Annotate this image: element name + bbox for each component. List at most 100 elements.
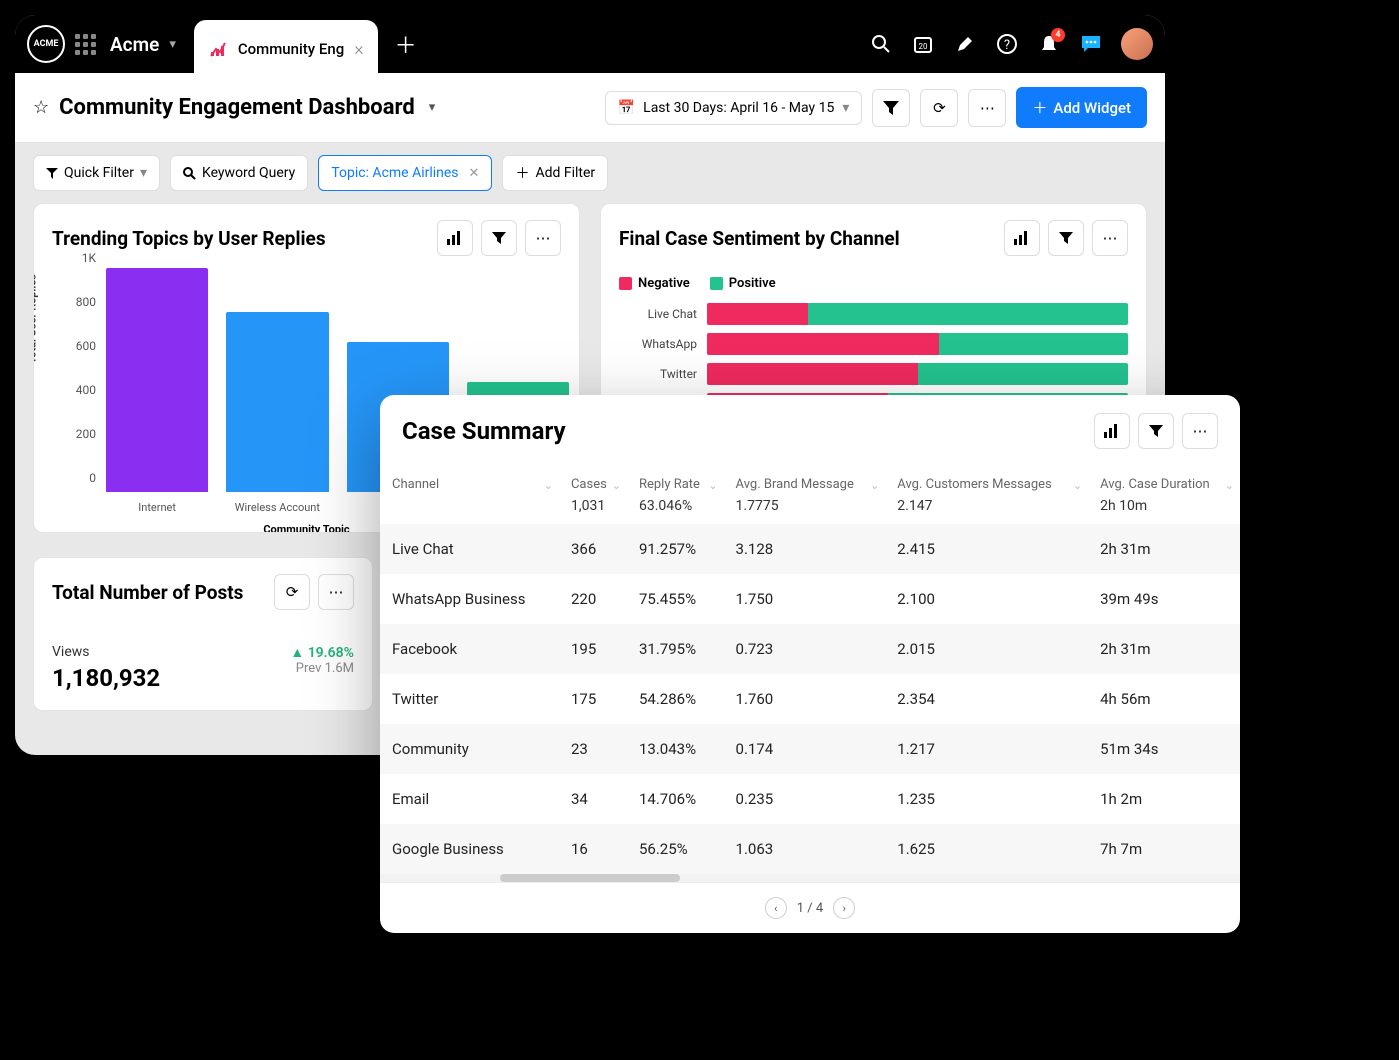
cell: 1.235 — [885, 774, 1088, 824]
column-header[interactable]: Avg. Brand Message⌄1.7775 — [724, 467, 886, 524]
cell: 2.015 — [885, 624, 1088, 674]
more-button[interactable]: ⋯ — [1182, 413, 1218, 449]
more-button[interactable]: ⋯ — [968, 89, 1006, 127]
x-tick: Wireless Account — [226, 501, 328, 514]
table-row[interactable]: Live Chat36691.257%3.1282.4152h 31m — [380, 524, 1240, 574]
chevron-down-icon: ▾ — [842, 100, 849, 116]
table-row[interactable]: Email3414.706%0.2351.2351h 2m — [380, 774, 1240, 824]
bar[interactable] — [106, 268, 208, 492]
next-page-button[interactable]: › — [833, 897, 855, 919]
chart-icon — [208, 39, 228, 59]
cell: 175 — [559, 674, 627, 724]
svg-text:?: ? — [1004, 38, 1010, 53]
pager: ‹ 1 / 4 › — [380, 882, 1240, 933]
column-header[interactable]: Reply Rate⌄63.046% — [627, 467, 724, 524]
column-header[interactable]: Avg. Case Duration⌄2h 10m — [1088, 467, 1240, 524]
hbar-segment — [707, 333, 939, 355]
org-chevron-icon[interactable]: ▾ — [169, 37, 176, 52]
new-tab-button[interactable]: ＋ — [386, 24, 426, 64]
x-axis-title: Community Topic — [263, 523, 349, 533]
date-range-picker[interactable]: 📅 Last 30 Days: April 16 - May 15 ▾ — [605, 91, 863, 125]
table-row[interactable]: Google Business1656.25%1.0631.6257h 7m — [380, 824, 1240, 874]
legend-swatch-positive — [710, 277, 723, 290]
hbar-track[interactable] — [707, 363, 1128, 385]
filter-button[interactable] — [481, 220, 517, 256]
y-tick: 800 — [76, 295, 96, 309]
prev-page-button[interactable]: ‹ — [765, 897, 787, 919]
tab-community-engagement[interactable]: Community Eng × — [194, 20, 378, 78]
calendar-icon[interactable]: 20 — [911, 32, 935, 56]
add-widget-button[interactable]: ＋Add Widget — [1016, 87, 1147, 128]
y-tick: 1K — [82, 251, 96, 265]
filter-button[interactable] — [1138, 413, 1174, 449]
cell: 2.415 — [885, 524, 1088, 574]
star-icon[interactable]: ☆ — [33, 97, 49, 118]
table-row[interactable]: Facebook19531.795%0.7232.0152h 31m — [380, 624, 1240, 674]
cell: Twitter — [380, 674, 559, 724]
more-button[interactable]: ⋯ — [318, 574, 354, 610]
more-button[interactable]: ⋯ — [525, 220, 561, 256]
org-name[interactable]: Acme — [110, 33, 159, 56]
remove-filter-icon[interactable]: ✕ — [469, 166, 480, 181]
cell: Community — [380, 724, 559, 774]
bell-icon[interactable]: 4 — [1037, 32, 1061, 56]
chart-type-button[interactable] — [1004, 220, 1040, 256]
search-icon[interactable] — [869, 32, 893, 56]
column-header[interactable]: Avg. Customers Messages⌄2.147 — [885, 467, 1088, 524]
hbar-segment — [707, 303, 808, 325]
legend-swatch-negative — [619, 277, 632, 290]
quick-filter-chip[interactable]: Quick Filter▾ — [33, 155, 160, 191]
cell: 1.625 — [885, 824, 1088, 874]
card-title: Total Number of Posts — [52, 581, 266, 604]
column-total: 63.046% — [639, 498, 712, 514]
refresh-button[interactable]: ⟳ — [920, 89, 958, 127]
add-filter-chip[interactable]: ＋Add Filter — [502, 155, 608, 191]
column-header[interactable]: Channel⌄ — [380, 467, 559, 524]
hbar-track[interactable] — [707, 333, 1128, 355]
y-tick: 600 — [76, 339, 96, 353]
topic-filter-chip[interactable]: Topic: Acme Airlines✕ — [318, 155, 492, 191]
more-button[interactable]: ⋯ — [1092, 220, 1128, 256]
cell: 2.354 — [885, 674, 1088, 724]
sort-icon[interactable]: ⌄ — [1073, 479, 1082, 492]
table-row[interactable]: Community2313.043%0.1741.21751m 34s — [380, 724, 1240, 774]
x-tick: Internet — [106, 501, 208, 514]
avatar[interactable] — [1121, 28, 1153, 60]
cell: 1.760 — [724, 674, 886, 724]
cell: 3.128 — [724, 524, 886, 574]
app-launcher-icon[interactable] — [75, 34, 96, 55]
filter-button[interactable] — [1048, 220, 1084, 256]
sort-icon[interactable]: ⌄ — [870, 479, 879, 492]
table-row[interactable]: WhatsApp Business22075.455%1.7502.10039m… — [380, 574, 1240, 624]
bar[interactable] — [226, 312, 328, 492]
hbar-label: WhatsApp — [619, 337, 697, 351]
cell: 91.257% — [627, 524, 724, 574]
sort-icon[interactable]: ⌄ — [544, 479, 553, 492]
horizontal-scrollbar[interactable] — [380, 874, 1240, 882]
help-icon[interactable]: ? — [995, 32, 1019, 56]
refresh-button[interactable]: ⟳ — [274, 574, 310, 610]
cell: 0.174 — [724, 724, 886, 774]
cell: 31.795% — [627, 624, 724, 674]
sort-icon[interactable]: ⌄ — [1225, 479, 1234, 492]
sort-icon[interactable]: ⌄ — [612, 479, 621, 492]
cell: Facebook — [380, 624, 559, 674]
cell: 14.706% — [627, 774, 724, 824]
sort-icon[interactable]: ⌄ — [708, 479, 717, 492]
tab-close-icon[interactable]: × — [354, 39, 363, 60]
chart-type-button[interactable] — [1094, 413, 1130, 449]
cell: 39m 49s — [1088, 574, 1240, 624]
title-chevron-icon[interactable]: ▾ — [429, 100, 436, 115]
column-header[interactable]: Cases⌄1,031 — [559, 467, 627, 524]
logo[interactable]: ACME — [27, 25, 65, 63]
edit-icon[interactable] — [953, 32, 977, 56]
total-posts-card: Total Number of Posts ⟳ ⋯ Views 1,180,93… — [33, 557, 373, 711]
keyword-query-chip[interactable]: Keyword Query — [170, 155, 308, 191]
table-row[interactable]: Twitter17554.286%1.7602.3544h 56m — [380, 674, 1240, 724]
chart-type-button[interactable] — [437, 220, 473, 256]
y-tick: 0 — [89, 471, 96, 485]
hbar-row: Live Chat — [619, 303, 1128, 325]
chat-icon[interactable] — [1079, 32, 1103, 56]
filter-button[interactable] — [872, 89, 910, 127]
hbar-track[interactable] — [707, 303, 1128, 325]
